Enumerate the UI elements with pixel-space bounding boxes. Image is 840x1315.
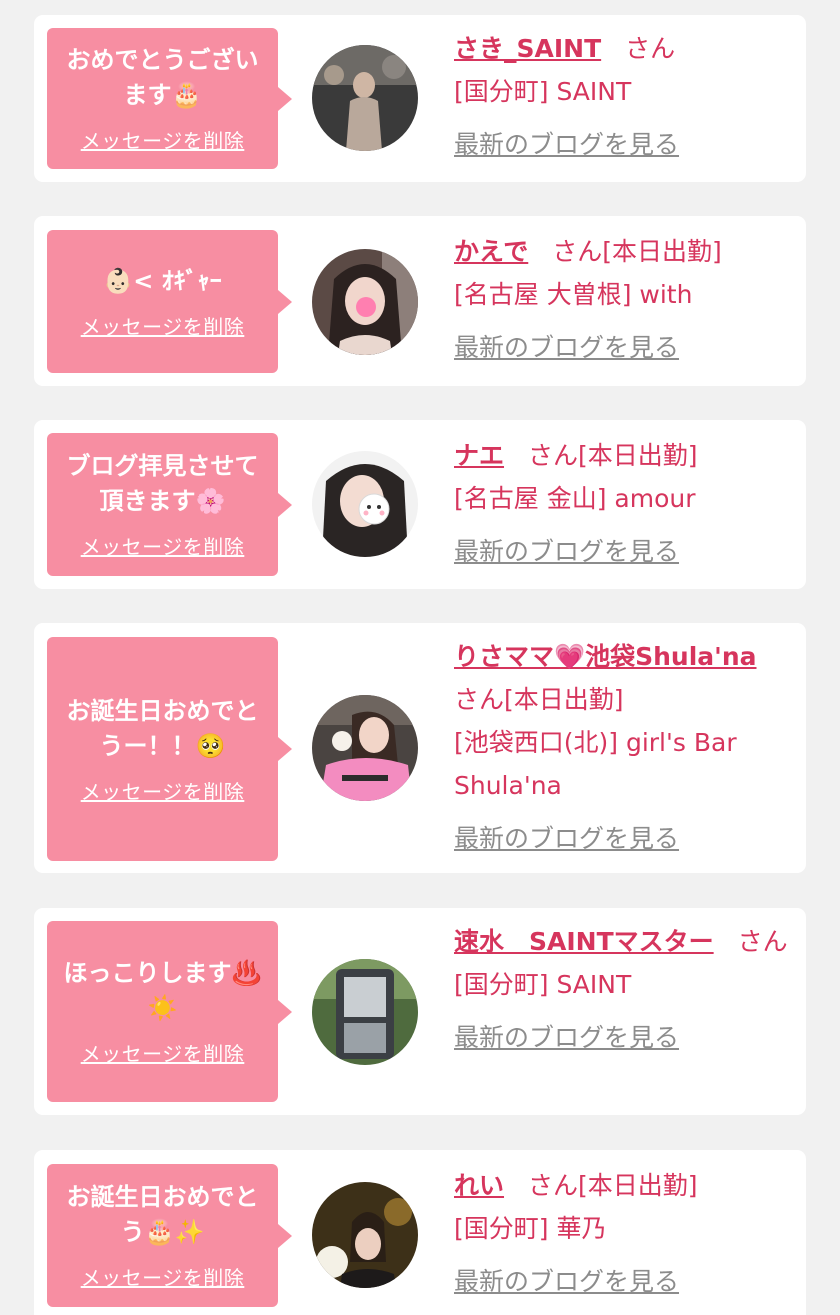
sender-name-link[interactable]: 速水 SAINTマスター xyxy=(454,927,714,956)
message-bubble: お誕生日おめでとう🎂✨ メッセージを削除 xyxy=(47,1164,292,1307)
sender-name-link[interactable]: ナエ xyxy=(454,441,504,470)
greeting-card: ブログ拝見させて頂きます🌸 メッセージを削除 ナエ さん[本日出勤] [名古屋 金… xyxy=(34,420,806,589)
sender-info: りさママ💗池袋Shula'na さん[本日出勤] [池袋西口(北)] girl's… xyxy=(454,635,789,860)
avatar-photo xyxy=(312,45,418,151)
message-bubble: ほっこりします♨️☀️ メッセージを削除 xyxy=(47,921,292,1102)
greeting-card: ほっこりします♨️☀️ メッセージを削除 速水 SAINTマスター さん [国分町… xyxy=(34,908,806,1115)
work-status: [本日出勤] xyxy=(578,441,698,470)
message-text: お誕生日おめでとう🎂✨ xyxy=(66,1183,259,1246)
avatar[interactable] xyxy=(312,695,418,801)
message-text: ほっこりします♨️☀️ xyxy=(63,959,262,1022)
shop-name: [国分町] SAINT xyxy=(454,77,632,106)
sender-info: かえで さん[本日出勤] [名古屋 大曽根] with 最新のブログを見る xyxy=(454,230,789,369)
message-bubble: お誕生日おめでとうー！！🥺 メッセージを削除 xyxy=(47,637,292,861)
work-status: [本日出勤] xyxy=(504,685,624,714)
message-text: おめでとうございます🎂 xyxy=(66,46,259,109)
sender-info: ナエ さん[本日出勤] [名古屋 金山] amour 最新のブログを見る xyxy=(454,434,789,573)
latest-blog-link[interactable]: 最新のブログを見る xyxy=(454,123,789,166)
delete-message-link[interactable]: メッセージを削除 xyxy=(81,531,245,560)
delete-message-link[interactable]: メッセージを削除 xyxy=(81,1038,245,1067)
shop-name: [国分町] 華乃 xyxy=(454,1214,607,1243)
latest-blog-link[interactable]: 最新のブログを見る xyxy=(454,1260,789,1303)
message-bubble: 👶🏻< ｵｷﾞｬｰ メッセージを削除 xyxy=(47,230,292,373)
sender-name-link[interactable]: さき_SAINT xyxy=(454,34,601,63)
delete-message-link[interactable]: メッセージを削除 xyxy=(81,125,245,154)
sender-name-link[interactable]: れい xyxy=(454,1171,504,1200)
avatar[interactable] xyxy=(312,45,418,151)
greeting-card: おめでとうございます🎂 メッセージを削除 さき_SAINT さん [国分町] SA… xyxy=(34,15,806,182)
avatar-photo xyxy=(312,959,418,1065)
message-bubble: おめでとうございます🎂 メッセージを削除 xyxy=(47,28,292,169)
avatar-photo xyxy=(312,451,418,557)
shop-name: [池袋西口(北)] girl's Bar Shula'na xyxy=(454,728,737,800)
message-text: 👶🏻< ｵｷﾞｬｰ xyxy=(103,266,222,295)
avatar[interactable] xyxy=(312,959,418,1065)
work-status: [本日出勤] xyxy=(602,237,722,266)
avatar-photo xyxy=(312,1182,418,1288)
honorific: さん xyxy=(528,441,579,470)
avatar-photo xyxy=(312,249,418,355)
honorific: さん xyxy=(454,685,505,714)
avatar-photo xyxy=(312,695,418,801)
sender-info: れい さん[本日出勤] [国分町] 華乃 最新のブログを見る xyxy=(454,1164,789,1303)
message-text: ブログ拝見させて頂きます🌸 xyxy=(66,452,259,515)
greeting-card: お誕生日おめでとう🎂✨ メッセージを削除 れい さん[本日出勤] [国分町] 華乃… xyxy=(34,1150,806,1315)
honorific: さん xyxy=(528,1171,579,1200)
latest-blog-link[interactable]: 最新のブログを見る xyxy=(454,817,789,860)
latest-blog-link[interactable]: 最新のブログを見る xyxy=(454,530,789,573)
honorific: さん xyxy=(552,237,603,266)
honorific: さん xyxy=(737,927,788,956)
avatar[interactable] xyxy=(312,249,418,355)
delete-message-link[interactable]: メッセージを削除 xyxy=(81,776,245,805)
avatar[interactable] xyxy=(312,451,418,557)
sender-name-link[interactable]: かえで xyxy=(454,237,528,266)
greeting-card: お誕生日おめでとうー！！🥺 メッセージを削除 りさママ💗池袋Shula'na さん… xyxy=(34,623,806,873)
latest-blog-link[interactable]: 最新のブログを見る xyxy=(454,1016,789,1059)
delete-message-link[interactable]: メッセージを削除 xyxy=(81,311,245,340)
honorific: さん xyxy=(625,34,676,63)
shop-name: [名古屋 大曽根] with xyxy=(454,280,693,309)
sender-info: さき_SAINT さん [国分町] SAINT 最新のブログを見る xyxy=(454,27,789,166)
shop-name: [国分町] SAINT xyxy=(454,970,632,999)
delete-message-link[interactable]: メッセージを削除 xyxy=(81,1262,245,1291)
greeting-list: おめでとうございます🎂 メッセージを削除 さき_SAINT さん [国分町] SA… xyxy=(0,0,840,1315)
message-bubble: ブログ拝見させて頂きます🌸 メッセージを削除 xyxy=(47,433,292,576)
latest-blog-link[interactable]: 最新のブログを見る xyxy=(454,326,789,369)
shop-name: [名古屋 金山] amour xyxy=(454,484,696,513)
work-status: [本日出勤] xyxy=(578,1171,698,1200)
sender-info: 速水 SAINTマスター さん [国分町] SAINT 最新のブログを見る xyxy=(454,920,789,1059)
message-text: お誕生日おめでとうー！！🥺 xyxy=(66,696,259,760)
sender-name-link[interactable]: りさママ💗池袋Shula'na xyxy=(454,642,757,671)
greeting-card: 👶🏻< ｵｷﾞｬｰ メッセージを削除 かえで さん[本日出勤] [名古屋 大曽根]… xyxy=(34,216,806,386)
avatar[interactable] xyxy=(312,1182,418,1288)
